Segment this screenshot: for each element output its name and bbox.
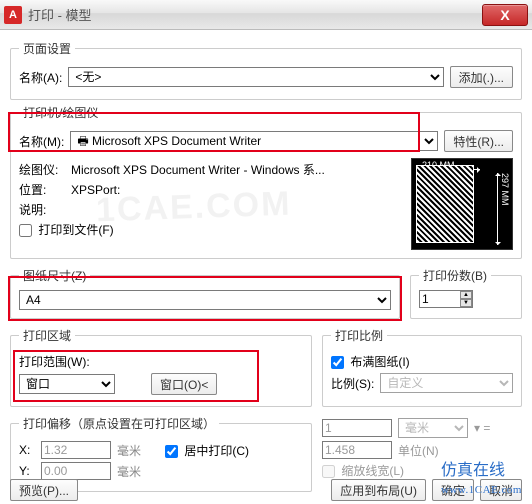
- where-value: XPSPort:: [71, 183, 120, 197]
- equals-label: ▾ =: [474, 421, 490, 435]
- offset-y-unit: 毫米: [117, 463, 141, 480]
- pagesetup-name-select[interactable]: <无>: [68, 67, 443, 87]
- scale-group: 打印比例 布满图纸(I) 比例(S): 自定义: [322, 327, 522, 407]
- scale-lineweights: 缩放线宽(L): [322, 462, 404, 479]
- paper-size-group: 图纸尺寸(Z) A4: [10, 267, 400, 319]
- autocad-icon: A: [4, 6, 22, 24]
- paper-size-legend: 图纸尺寸(Z): [19, 267, 90, 284]
- paper-icon: [416, 165, 474, 243]
- add-pagesetup-button[interactable]: 添加(.)...: [450, 66, 513, 88]
- arrow-vertical-icon: [497, 173, 498, 245]
- apply-layout-button[interactable]: 应用到布局(U): [331, 479, 426, 501]
- copies-legend: 打印份数(B): [419, 267, 491, 284]
- print-area-legend: 打印区域: [19, 327, 75, 344]
- page-setup-legend: 页面设置: [19, 40, 75, 57]
- scale-num-input: [322, 419, 392, 437]
- paper-size-select[interactable]: A4: [19, 290, 391, 310]
- page-setup-group: 页面设置 名称(A): <无> 添加(.)...: [10, 40, 522, 100]
- printer-group: 打印机/绘图仪 名称(M): 🖶 Microsoft XPS Document …: [10, 104, 522, 259]
- printer-name-select[interactable]: 🖶 Microsoft XPS Document Writer: [70, 131, 438, 151]
- print-to-file[interactable]: 打印到文件(F): [19, 221, 114, 238]
- center-checkbox[interactable]: [165, 445, 178, 458]
- window-pick-button[interactable]: 窗口(O)<: [151, 373, 217, 395]
- window-title: 打印 - 模型: [28, 5, 92, 24]
- cancel-button[interactable]: 取消: [480, 479, 522, 501]
- fit-checkbox[interactable]: [331, 356, 344, 369]
- plotter-label: 绘图仪:: [19, 161, 65, 178]
- paper-height-label: 297 MM: [500, 173, 510, 206]
- where-label: 位置:: [19, 181, 65, 198]
- pagesetup-name-label: 名称(A):: [19, 69, 62, 86]
- scale-label: 比例(S):: [331, 375, 374, 392]
- ok-button[interactable]: 确定: [432, 479, 474, 501]
- center-print[interactable]: 居中打印(C): [165, 442, 249, 459]
- scale-den-unit: 单位(N): [398, 442, 439, 459]
- preview-button[interactable]: 预览(P)...: [10, 479, 78, 501]
- print-area-group: 打印区域 打印范围(W): 窗口 窗口(O)<: [10, 327, 312, 407]
- close-button[interactable]: X: [482, 4, 528, 26]
- fit-to-paper[interactable]: 布满图纸(I): [331, 353, 410, 370]
- copies-up-icon[interactable]: ▲: [460, 291, 472, 299]
- offset-x-label: X:: [19, 443, 35, 457]
- offset-x-input: [41, 441, 111, 459]
- scale-legend: 打印比例: [331, 327, 387, 344]
- printer-props-button[interactable]: 特性(R)...: [444, 130, 513, 152]
- desc-label: 说明:: [19, 201, 65, 218]
- offset-legend: 打印偏移（原点设置在可打印区域）: [19, 415, 219, 432]
- offset-x-unit: 毫米: [117, 442, 141, 459]
- printer-name-label: 名称(M):: [19, 133, 64, 150]
- copies-down-icon[interactable]: ▼: [460, 299, 472, 307]
- offset-y-label: Y:: [19, 464, 35, 478]
- print-to-file-checkbox[interactable]: [19, 224, 32, 237]
- scale-select: 自定义: [380, 373, 513, 393]
- print-range-select[interactable]: 窗口: [19, 374, 115, 394]
- copies-group: 打印份数(B) ▲ ▼: [410, 267, 522, 319]
- print-range-label: 打印范围(W):: [19, 353, 90, 370]
- printer-legend: 打印机/绘图仪: [19, 104, 102, 121]
- scale-den-input: [322, 441, 392, 459]
- scale-lw-checkbox: [322, 465, 335, 478]
- paper-preview: 210 MM 297 MM: [411, 158, 513, 250]
- scale-unit-select: 毫米: [398, 418, 468, 438]
- plotter-value: Microsoft XPS Document Writer - Windows …: [71, 161, 325, 178]
- offset-y-input: [41, 462, 111, 480]
